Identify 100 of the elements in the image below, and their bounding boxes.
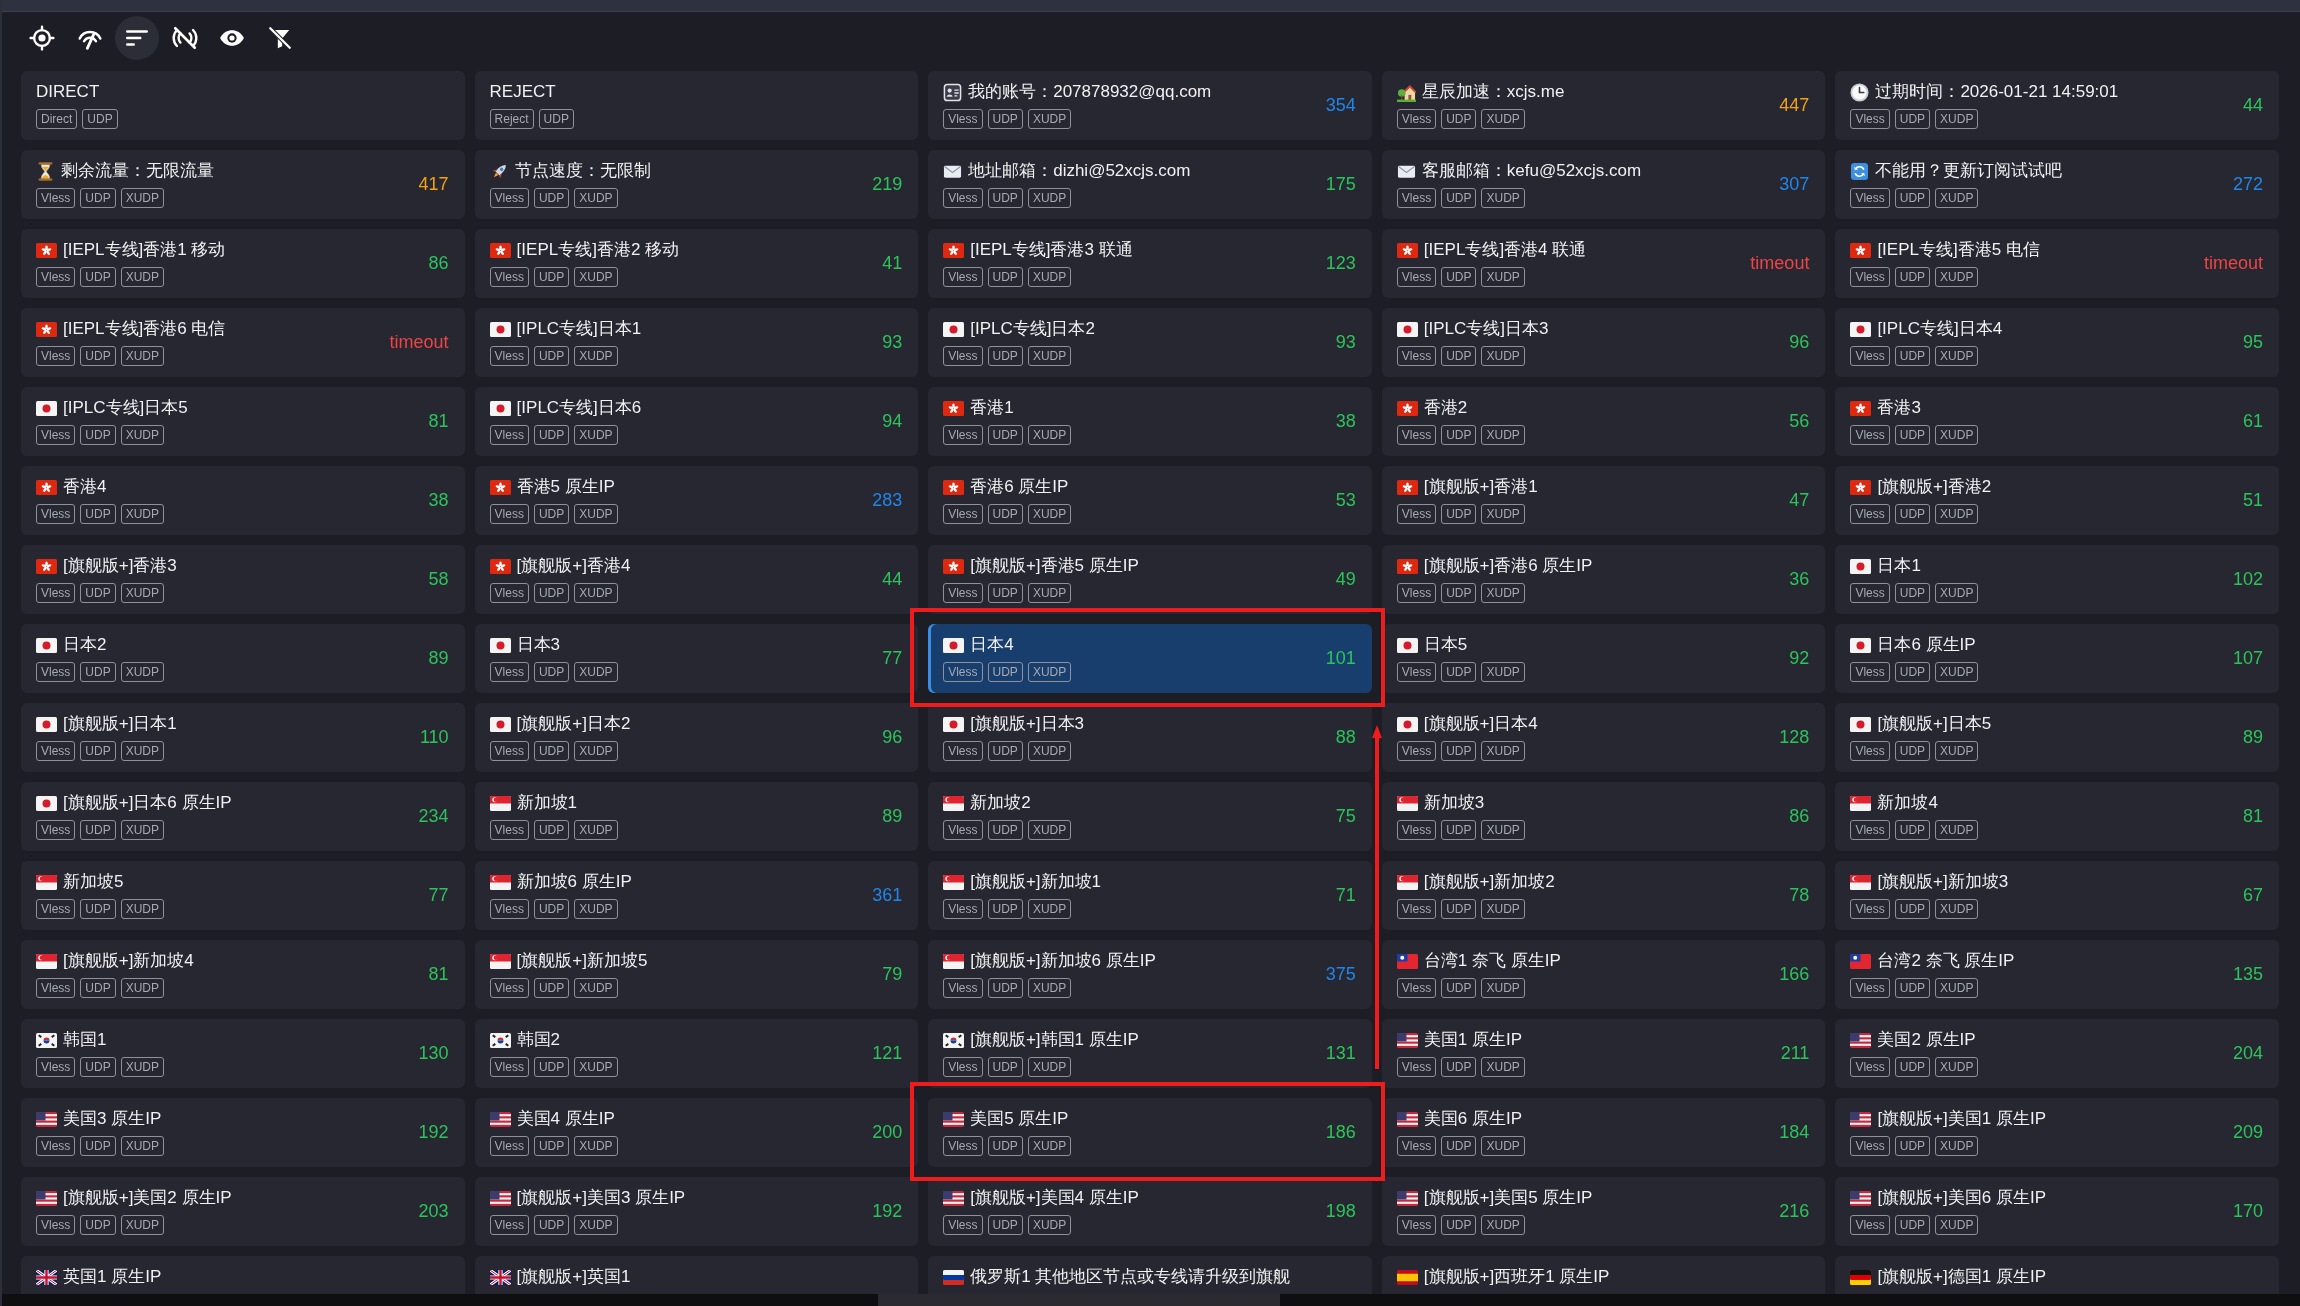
proxy-card[interactable]: [旗舰版+]新加坡1 Vless UDP XUDP 71 xyxy=(928,861,1372,930)
proxy-card[interactable]: 美国1 原生IP Vless UDP XUDP 211 xyxy=(1381,1019,1826,1088)
proxy-card[interactable]: 节点速度：无限制 Vless UDP XUDP 219 xyxy=(474,150,919,219)
protocol-tag: UDP xyxy=(1441,267,1477,287)
proxy-card[interactable]: [IPLC专线]日本4 Vless UDP XUDP 95 xyxy=(1835,308,2279,377)
proxy-card[interactable]: [旗舰版+]日本1 Vless UDP XUDP 110 xyxy=(21,703,465,772)
proxy-card[interactable]: [IEPL专线]香港6 电信 Vless UDP XUDP timeout xyxy=(21,308,465,377)
proxy-card[interactable]: [旗舰版+]日本4 Vless UDP XUDP 128 xyxy=(1381,703,1826,772)
proxy-card[interactable]: [旗舰版+]美国3 原生IP Vless UDP XUDP 192 xyxy=(474,1177,919,1246)
proxy-card[interactable]: [IEPL专线]香港1 移动 Vless UDP XUDP 86 xyxy=(21,229,465,298)
proxy-card[interactable]: 香港2 Vless UDP XUDP 56 xyxy=(1381,387,1826,456)
node-name: [旗舰版+]香港2 xyxy=(1877,476,1992,498)
proxy-card[interactable]: [旗舰版+]香港5 原生IP Vless UDP XUDP 49 xyxy=(928,545,1372,614)
proxy-card[interactable]: [旗舰版+]美国6 原生IP Vless UDP XUDP 170 xyxy=(1835,1177,2279,1246)
node-name: 美国1 原生IP xyxy=(1423,1029,1523,1051)
proxy-card[interactable]: 美国4 原生IP Vless UDP XUDP 200 xyxy=(474,1098,919,1167)
protocol-tag: XUDP xyxy=(574,978,618,998)
node-name: [旗舰版+]美国3 原生IP xyxy=(516,1187,686,1209)
proxy-card[interactable]: [IEPL专线]香港2 移动 Vless UDP XUDP 41 xyxy=(474,229,919,298)
proxy-card[interactable]: 日本2 Vless UDP XUDP 89 xyxy=(21,624,465,693)
proxy-card[interactable]: [旗舰版+]新加坡3 Vless UDP XUDP 67 xyxy=(1835,861,2279,930)
proxy-card[interactable]: [旗舰版+]香港2 Vless UDP XUDP 51 xyxy=(1835,466,2279,535)
protocol-tag: UDP xyxy=(533,346,570,366)
proxy-card[interactable]: [旗舰版+]英国1 xyxy=(474,1256,919,1294)
proxy-card[interactable]: [IEPL专线]香港3 联通 Vless UDP XUDP 123 xyxy=(928,229,1372,298)
japan-flag-icon xyxy=(943,716,965,732)
proxy-card[interactable]: [旗舰版+]新加坡6 原生IP Vless UDP XUDP 375 xyxy=(928,940,1372,1009)
proxy-card[interactable]: 新加坡2 Vless UDP XUDP 75 xyxy=(928,782,1372,851)
protocol-tag: UDP xyxy=(80,662,116,682)
proxy-card[interactable]: [IPLC专线]日本2 Vless UDP XUDP 93 xyxy=(928,308,1372,377)
proxy-card[interactable]: [IEPL专线]香港4 联通 Vless UDP XUDP timeout xyxy=(1381,229,1826,298)
node-name: 过期时间：2026-01-21 14:59:01 xyxy=(1875,81,2119,103)
proxy-card[interactable]: 我的账号：207878932@qq.com Vless UDP XUDP 354 xyxy=(928,71,1372,140)
protocol-tag: Vless xyxy=(1396,1136,1437,1156)
proxy-card[interactable]: [旗舰版+]日本6 原生IP Vless UDP XUDP 234 xyxy=(21,782,465,851)
proxy-card[interactable]: 香港3 Vless UDP XUDP 61 xyxy=(1835,387,2279,456)
proxy-card[interactable]: [旗舰版+]美国2 原生IP Vless UDP XUDP 203 xyxy=(21,1177,465,1246)
node-name: [旗舰版+]香港4 xyxy=(516,555,631,577)
proxy-card[interactable]: 日本6 原生IP Vless UDP XUDP 107 xyxy=(1835,624,2279,693)
proxy-card[interactable]: 新加坡5 Vless UDP XUDP 77 xyxy=(21,861,465,930)
proxy-card[interactable]: 剩余流量：无限流量 Vless UDP XUDP 417 xyxy=(21,150,465,219)
proxy-card[interactable]: 台湾2 奈飞 原生IP Vless UDP XUDP 135 xyxy=(1835,940,2279,1009)
proxy-card[interactable]: [旗舰版+]香港4 Vless UDP XUDP 44 xyxy=(474,545,919,614)
latency-value: timeout xyxy=(1750,253,1810,274)
proxy-card[interactable]: 新加坡1 Vless UDP XUDP 89 xyxy=(474,782,919,851)
proxy-card[interactable]: [旗舰版+]西班牙1 原生IP xyxy=(1381,1256,1826,1294)
proxy-card[interactable]: [IEPL专线]香港5 电信 Vless UDP XUDP timeout xyxy=(1835,229,2279,298)
proxy-card[interactable]: [旗舰版+]日本5 Vless UDP XUDP 89 xyxy=(1835,703,2279,772)
proxy-card[interactable]: 日本1 Vless UDP XUDP 102 xyxy=(1835,545,2279,614)
japan-flag-icon xyxy=(1396,637,1418,653)
proxy-card[interactable]: 地址邮箱：dizhi@52xcjs.com Vless UDP XUDP 175 xyxy=(928,150,1372,219)
proxy-card[interactable]: 香港4 Vless UDP XUDP 38 xyxy=(21,466,465,535)
proxy-card[interactable]: [旗舰版+]新加坡5 Vless UDP XUDP 79 xyxy=(474,940,919,1009)
proxy-card[interactable]: [旗舰版+]香港3 Vless UDP XUDP 58 xyxy=(21,545,465,614)
toolbar-button[interactable] xyxy=(115,16,159,60)
proxy-card[interactable]: 客服邮箱：kefu@52xcjs.com Vless UDP XUDP 307 xyxy=(1381,150,1826,219)
latency-value: 95 xyxy=(2242,332,2263,353)
proxy-card[interactable]: [旗舰版+]新加坡2 Vless UDP XUDP 78 xyxy=(1381,861,1826,930)
proxy-card[interactable]: [旗舰版+]美国5 原生IP Vless UDP XUDP 216 xyxy=(1381,1177,1826,1246)
proxy-card[interactable]: 新加坡4 Vless UDP XUDP 81 xyxy=(1835,782,2279,851)
latency-value: 96 xyxy=(882,727,903,748)
proxy-card[interactable]: [旗舰版+]新加坡4 Vless UDP XUDP 81 xyxy=(21,940,465,1009)
proxy-card[interactable]: 过期时间：2026-01-21 14:59:01 Vless UDP XUDP 44 xyxy=(1835,71,2279,140)
proxy-card[interactable]: [IPLC专线]日本1 Vless UDP XUDP 93 xyxy=(474,308,919,377)
proxy-card[interactable]: 不能用？更新订阅试试吧 Vless UDP XUDP 272 xyxy=(1835,150,2279,219)
proxy-card[interactable]: 美国2 原生IP Vless UDP XUDP 204 xyxy=(1835,1019,2279,1088)
proxy-card[interactable]: 新加坡6 原生IP Vless UDP XUDP 361 xyxy=(474,861,919,930)
protocol-tag: XUDP xyxy=(1935,188,1979,208)
proxy-card[interactable]: [旗舰版+]日本2 Vless UDP XUDP 96 xyxy=(474,703,919,772)
protocol-tag: UDP xyxy=(1441,662,1477,682)
proxy-card[interactable]: 香港5 原生IP Vless UDP XUDP 283 xyxy=(474,466,919,535)
proxy-card[interactable]: 韩国1 Vless UDP XUDP 130 xyxy=(21,1019,465,1088)
proxy-card[interactable]: [IPLC专线]日本3 Vless UDP XUDP 96 xyxy=(1381,308,1826,377)
protocol-tag: XUDP xyxy=(120,267,165,287)
proxy-card[interactable]: [旗舰版+]韩国1 原生IP Vless UDP XUDP 131 xyxy=(928,1019,1372,1088)
proxy-card[interactable]: 香港6 原生IP Vless UDP XUDP 53 xyxy=(928,466,1372,535)
latency-value: 121 xyxy=(872,1043,903,1064)
proxy-card[interactable]: [旗舰版+]德国1 原生IP xyxy=(1835,1256,2279,1294)
proxy-card[interactable]: 新加坡3 Vless UDP XUDP 86 xyxy=(1381,782,1826,851)
proxy-card[interactable]: 英国1 原生IP xyxy=(21,1256,465,1294)
protocol-tag: UDP xyxy=(80,188,116,208)
protocol-tag: XUDP xyxy=(574,346,618,366)
proxy-card[interactable]: 星辰加速：xcjs.me Vless UDP XUDP 447 xyxy=(1381,71,1826,140)
node-name: 美国6 原生IP xyxy=(1423,1108,1523,1130)
proxy-card[interactable]: 日本3 Vless UDP XUDP 77 xyxy=(474,624,919,693)
proxy-card[interactable]: 香港1 Vless UDP XUDP 38 xyxy=(928,387,1372,456)
proxy-card[interactable]: [旗舰版+]香港1 Vless UDP XUDP 47 xyxy=(1381,466,1826,535)
proxy-card[interactable]: [旗舰版+]香港6 原生IP Vless UDP XUDP 36 xyxy=(1381,545,1826,614)
proxy-card[interactable]: DIRECT Direct UDP xyxy=(21,71,465,140)
singapore-flag-icon xyxy=(489,953,511,969)
proxy-card[interactable]: 俄罗斯1 其他地区节点或专线请升级到旗舰 xyxy=(928,1256,1372,1294)
proxy-card[interactable]: 韩国2 Vless UDP XUDP 121 xyxy=(474,1019,919,1088)
proxy-card[interactable]: [IPLC专线]日本6 Vless UDP XUDP 94 xyxy=(474,387,919,456)
proxy-card[interactable]: 台湾1 奈飞 原生IP Vless UDP XUDP 166 xyxy=(1381,940,1826,1009)
proxy-card[interactable]: 美国3 原生IP Vless UDP XUDP 192 xyxy=(21,1098,465,1167)
proxy-card[interactable]: [IPLC专线]日本5 Vless UDP XUDP 81 xyxy=(21,387,465,456)
proxy-card[interactable]: REJECT Reject UDP xyxy=(474,71,919,140)
protocol-tag: Direct xyxy=(36,109,78,129)
proxy-card[interactable]: [旗舰版+]美国1 原生IP Vless UDP XUDP 209 xyxy=(1835,1098,2279,1167)
node-name: 香港3 xyxy=(1877,397,1921,419)
